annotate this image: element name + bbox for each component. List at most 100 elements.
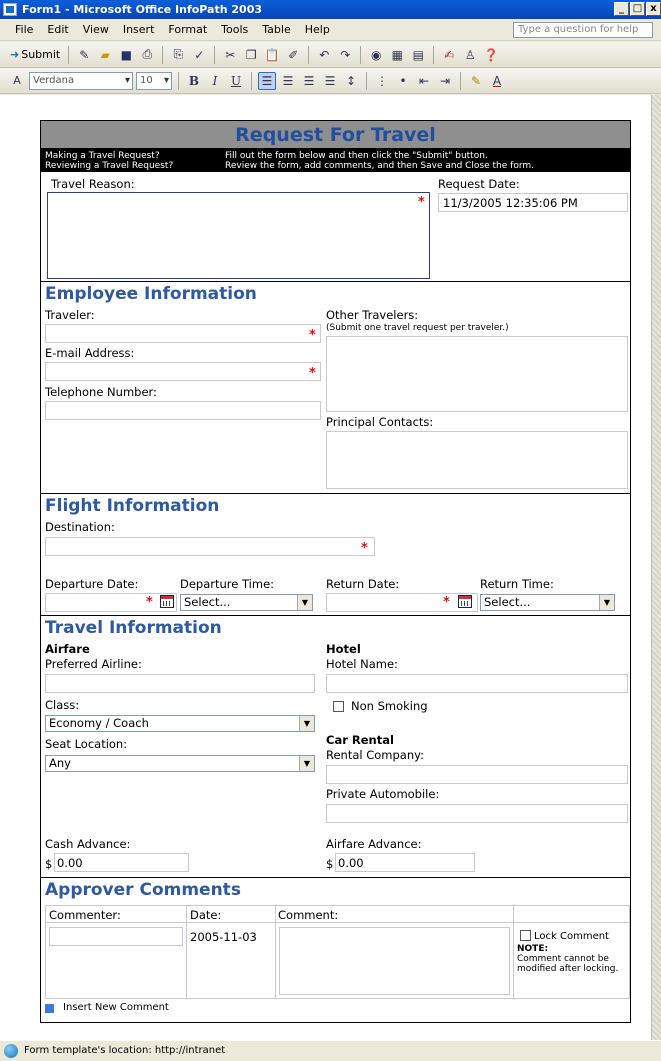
decrease-indent-icon[interactable]: ⇤ (415, 72, 433, 90)
non-smoking-checkbox[interactable] (333, 701, 344, 712)
table-icon[interactable]: ▦ (388, 46, 406, 64)
insert-new-comment-link[interactable]: Insert New Comment (63, 1002, 169, 1013)
lock-note: NOTE: Comment cannot be modified after l… (517, 944, 627, 974)
class-select[interactable]: Economy / Coach ▼ (45, 715, 315, 732)
insert-item-icon[interactable] (45, 1004, 54, 1013)
chevron-down-icon[interactable]: ▼ (297, 595, 312, 610)
departure-time-value: Select... (184, 595, 231, 609)
instruction-b1: Fill out the form below and then click t… (225, 151, 488, 161)
maximize-button[interactable]: □ (630, 2, 645, 16)
digital-signature-icon[interactable]: ✍ (440, 46, 458, 64)
bullets-icon[interactable]: • (394, 72, 412, 90)
telephone-label: Telephone Number: (45, 385, 157, 399)
principal-contacts-input[interactable] (326, 431, 628, 489)
styles-icon[interactable]: A (8, 72, 26, 90)
font-color-button[interactable]: A (488, 72, 506, 90)
menu-table[interactable]: Table (255, 23, 297, 36)
submit-button[interactable]: ➜ Submit (8, 46, 62, 64)
vertical-scrollbar[interactable] (651, 95, 661, 1040)
menu-edit[interactable]: Edit (40, 23, 75, 36)
design-icon[interactable]: ✎ (75, 46, 93, 64)
other-travelers-label: Other Travelers: (326, 308, 419, 322)
menu-file[interactable]: File (8, 23, 40, 36)
spelling-icon[interactable]: ✓ (190, 46, 208, 64)
cut-icon[interactable]: ✂ (221, 46, 239, 64)
other-travelers-input[interactable] (326, 336, 628, 412)
redo-icon[interactable]: ↷ (336, 46, 354, 64)
required-icon: * (309, 366, 316, 381)
italic-button[interactable]: I (206, 72, 224, 90)
traveler-label: Traveler: (45, 308, 95, 322)
font-size-select[interactable]: 10 (136, 71, 172, 90)
undo-icon[interactable]: ↶ (315, 46, 333, 64)
menu-help[interactable]: Help (298, 23, 337, 36)
align-center-icon[interactable]: ☰ (279, 72, 297, 90)
menu-tools[interactable]: Tools (214, 23, 255, 36)
instruction-b2: Review the form, add comments, and then … (225, 161, 535, 171)
permission-icon[interactable]: ♙ (461, 46, 479, 64)
chevron-down-icon[interactable]: ▼ (299, 716, 314, 731)
chevron-down-icon[interactable]: ▼ (599, 595, 614, 610)
save-icon[interactable]: ■ (117, 46, 135, 64)
departure-date-input[interactable] (45, 593, 177, 612)
font-name-select[interactable]: Verdana (29, 71, 133, 90)
paste-icon[interactable]: 📋 (263, 46, 281, 64)
toolbar-separator (460, 71, 461, 90)
traveler-input[interactable] (45, 324, 321, 343)
hotel-name-input[interactable] (326, 674, 628, 693)
align-right-icon[interactable]: ☰ (300, 72, 318, 90)
justify-icon[interactable]: ☰ (321, 72, 339, 90)
chevron-down-icon[interactable]: ▼ (299, 756, 314, 771)
airfare-label: Airfare (45, 642, 90, 656)
calendar-icon[interactable] (458, 595, 472, 608)
comment-date-value: 2005-11-03 (190, 930, 257, 944)
return-time-select[interactable]: Select... ▼ (480, 594, 615, 611)
travel-request-form: Request For Travel Making a Travel Reque… (40, 120, 631, 1023)
print-preview-icon[interactable]: ⎘ (169, 46, 187, 64)
calendar-icon[interactable] (160, 595, 174, 608)
class-label: Class: (45, 698, 80, 712)
email-label: E-mail Address: (45, 346, 135, 360)
line-spacing-icon[interactable]: ↕ (342, 72, 360, 90)
destination-input[interactable] (45, 537, 375, 556)
lock-comment-checkbox[interactable] (520, 930, 531, 941)
comment-input[interactable] (279, 927, 510, 995)
help-icon[interactable]: ❓ (482, 46, 500, 64)
increase-indent-icon[interactable]: ⇥ (436, 72, 454, 90)
insert-table-icon[interactable]: ▤ (409, 46, 427, 64)
minimize-button[interactable]: _ (614, 2, 629, 16)
return-date-input[interactable] (326, 593, 478, 612)
preferred-airline-input[interactable] (45, 674, 315, 693)
comment-header: Comment: (278, 908, 339, 922)
menu-format[interactable]: Format (161, 23, 214, 36)
menu-insert[interactable]: Insert (116, 23, 162, 36)
numbering-icon[interactable]: ⋮ (373, 72, 391, 90)
help-search-input[interactable]: Type a question for help (513, 22, 653, 38)
infopath-app-icon (3, 3, 17, 16)
format-painter-icon[interactable]: ✐ (284, 46, 302, 64)
research-icon[interactable]: ◉ (367, 46, 385, 64)
airfare-advance-label: Airfare Advance: (326, 837, 422, 851)
underline-button[interactable]: U (227, 72, 245, 90)
travel-reason-input[interactable] (47, 192, 430, 279)
copy-icon[interactable]: ❐ (242, 46, 260, 64)
telephone-input[interactable] (45, 401, 321, 420)
print-icon[interactable]: ⎙ (138, 46, 156, 64)
cash-advance-input[interactable]: 0.00 (54, 853, 189, 872)
commenter-input[interactable] (49, 927, 183, 946)
instruction-a2: Reviewing a Travel Request? (45, 161, 174, 171)
email-input[interactable] (45, 362, 321, 381)
rental-company-input[interactable] (326, 765, 628, 784)
highlight-icon[interactable]: ✎ (467, 72, 485, 90)
close-button[interactable]: x (646, 2, 661, 16)
bold-button[interactable]: B (185, 72, 203, 90)
align-left-icon[interactable]: ☰ (258, 71, 276, 90)
menu-view[interactable]: View (76, 23, 116, 36)
seat-location-select[interactable]: Any ▼ (45, 755, 315, 772)
private-automobile-input[interactable] (326, 804, 628, 823)
window-title: Form1 - Microsoft Office InfoPath 2003 (22, 3, 263, 16)
airfare-advance-input[interactable]: 0.00 (335, 853, 475, 872)
request-date-field[interactable]: 11/3/2005 12:35:06 PM (438, 193, 628, 212)
open-folder-icon[interactable]: ▰ (96, 46, 114, 64)
departure-time-select[interactable]: Select... ▼ (180, 594, 313, 611)
